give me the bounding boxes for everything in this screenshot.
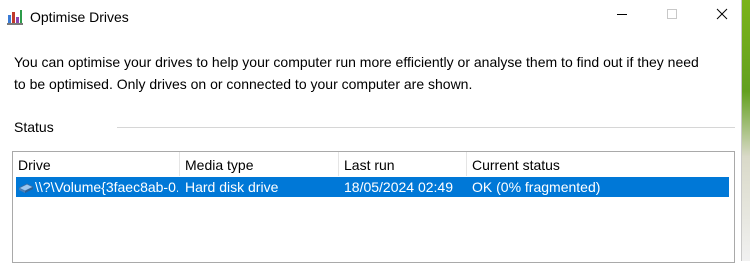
- column-separator[interactable]: [466, 152, 467, 176]
- optimise-drives-icon: [7, 9, 23, 25]
- window-title: Optimise Drives: [30, 9, 129, 25]
- close-icon: [716, 7, 728, 25]
- background-desktop-strip: [742, 0, 750, 261]
- close-button[interactable]: [699, 0, 745, 32]
- drive-cell: \\?\Volume{3faec8ab-0...: [35, 179, 178, 195]
- minimize-icon: [616, 7, 628, 25]
- column-separator[interactable]: [338, 152, 339, 176]
- column-header-media-type[interactable]: Media type: [185, 156, 253, 174]
- status-heading: Status: [14, 119, 54, 135]
- maximize-button: [649, 0, 695, 32]
- list-header: Drive Media type Last run Current status: [13, 152, 734, 176]
- column-header-drive[interactable]: Drive: [18, 156, 51, 174]
- column-header-last-run[interactable]: Last run: [344, 156, 395, 174]
- column-header-current-status[interactable]: Current status: [472, 156, 560, 174]
- drives-list[interactable]: Drive Media type Last run Current status…: [12, 151, 735, 263]
- table-row[interactable]: \\?\Volume{3faec8ab-0... Hard disk drive…: [16, 177, 729, 197]
- status-divider: [117, 127, 735, 128]
- current-status-cell: OK (0% fragmented): [472, 179, 601, 195]
- maximize-icon: [666, 7, 678, 25]
- title-bar[interactable]: Optimise Drives: [0, 0, 742, 32]
- media-type-cell: Hard disk drive: [185, 179, 279, 195]
- last-run-cell: 18/05/2024 02:49: [344, 179, 453, 195]
- minimize-button[interactable]: [599, 0, 645, 32]
- optimise-drives-window: Optimise Drives You can optimise your dr…: [0, 0, 742, 263]
- column-separator[interactable]: [179, 152, 180, 176]
- description-text: You can optimise your drives to help you…: [14, 54, 699, 92]
- hard-drive-icon: [18, 181, 34, 193]
